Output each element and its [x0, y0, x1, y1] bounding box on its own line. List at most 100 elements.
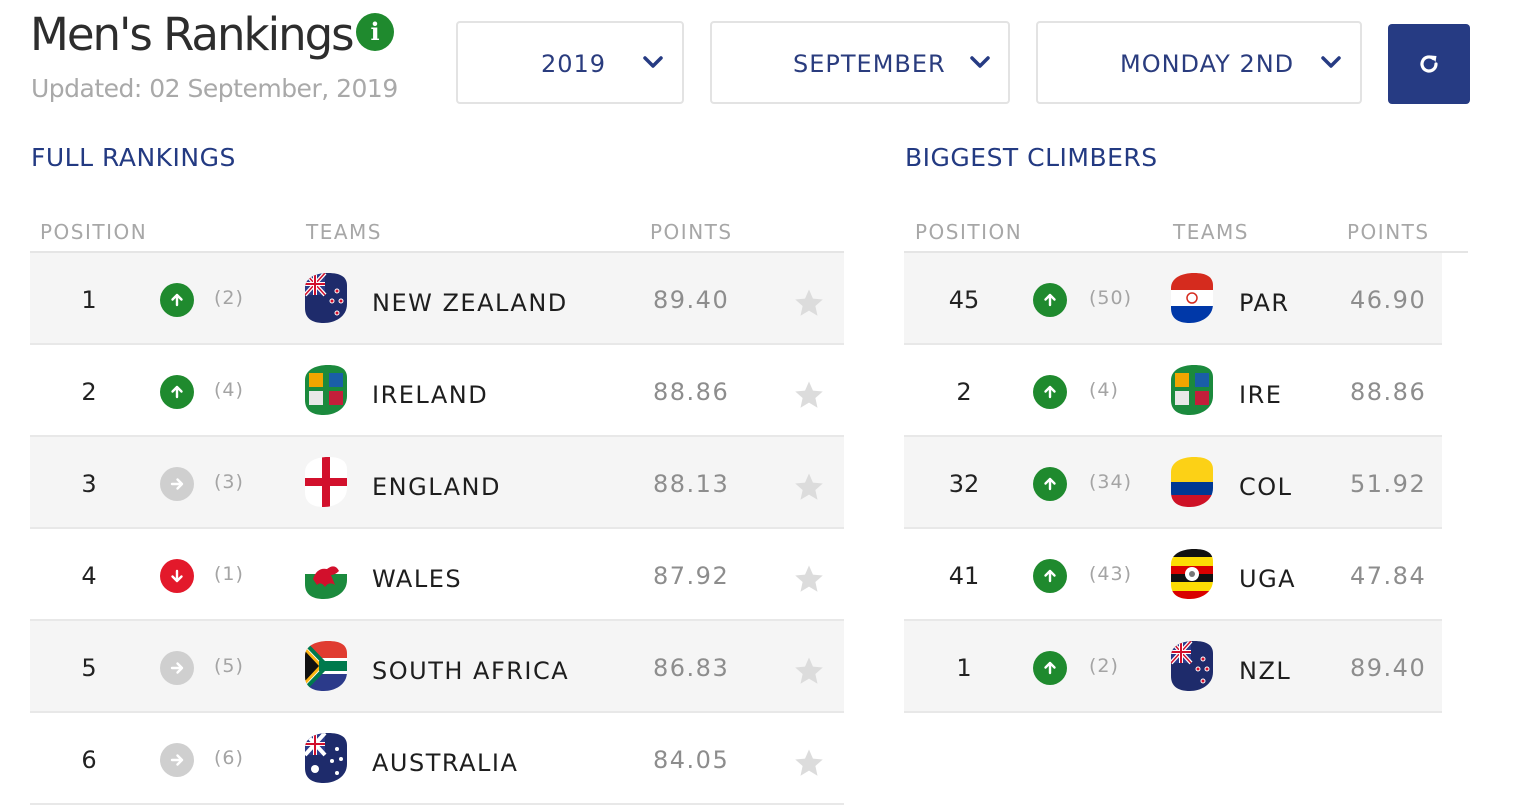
position-cell: 45	[948, 286, 980, 314]
team-name[interactable]: NZL	[1239, 657, 1291, 685]
full-col-teams: TEAMS	[306, 220, 382, 244]
previous-position: (2)	[214, 287, 244, 309]
points-cell: 84.05	[653, 746, 730, 774]
biggest-climbers-table: 45 (50) PAR 46.90 2 (4) IRE 88.86 32 (34) COL 51.92…	[904, 253, 1442, 713]
favourite-star-icon[interactable]	[792, 378, 826, 412]
previous-position: (34)	[1089, 471, 1133, 493]
arrow-right-icon	[160, 743, 194, 777]
position-cell: 1	[956, 654, 972, 682]
climb-col-teams: TEAMS	[1173, 220, 1249, 244]
full-col-points: POINTS	[650, 220, 733, 244]
points-cell: 88.13	[653, 470, 730, 498]
table-row[interactable]: 45 (50) PAR 46.90	[904, 253, 1442, 345]
arrow-up-icon	[1033, 375, 1067, 409]
month-select-value: SEPTEMBER	[793, 50, 946, 78]
arrow-up-icon	[160, 283, 194, 317]
favourite-star-icon[interactable]	[792, 286, 826, 320]
points-cell: 88.86	[653, 378, 730, 406]
flag-ire-icon	[1171, 365, 1213, 415]
previous-position: (2)	[1089, 655, 1119, 677]
table-row[interactable]: 1 (2) NEW ZEALAND 89.40	[30, 253, 844, 345]
climb-col-points: POINTS	[1347, 220, 1430, 244]
previous-position: (6)	[214, 747, 244, 769]
flag-ire-icon	[305, 365, 347, 415]
month-select[interactable]: SEPTEMBER	[710, 21, 1010, 104]
flag-eng-icon	[305, 457, 347, 507]
team-name[interactable]: AUSTRALIA	[372, 749, 518, 777]
table-row[interactable]: 1 (2) NZL 89.40	[904, 621, 1442, 713]
favourite-star-icon[interactable]	[792, 746, 826, 780]
table-row[interactable]: 4 (1) WALES 87.92	[30, 529, 844, 621]
full-rankings-title: FULL RANKINGS	[31, 143, 236, 172]
arrow-right-icon	[160, 651, 194, 685]
year-select[interactable]: 2019	[456, 21, 684, 104]
position-cell: 2	[956, 378, 972, 406]
chevron-down-icon	[1321, 56, 1341, 68]
team-name[interactable]: ENGLAND	[372, 473, 501, 501]
refresh-icon	[1420, 55, 1438, 73]
points-cell: 88.86	[1350, 378, 1427, 406]
team-name[interactable]: WALES	[372, 565, 462, 593]
page-title: Men's Rankings	[30, 8, 355, 61]
arrow-down-icon	[160, 559, 194, 593]
full-col-position: POSITION	[40, 220, 148, 244]
team-name[interactable]: SOUTH AFRICA	[372, 657, 569, 685]
flag-nzl-icon	[1171, 641, 1213, 691]
previous-position: (50)	[1089, 287, 1133, 309]
team-name[interactable]: UGA	[1239, 565, 1296, 593]
year-select-value: 2019	[541, 50, 607, 78]
points-cell: 47.84	[1350, 562, 1427, 590]
team-name[interactable]: IRE	[1239, 381, 1282, 409]
favourite-star-icon[interactable]	[792, 470, 826, 504]
arrow-up-icon	[1033, 467, 1067, 501]
arrow-up-icon	[1033, 559, 1067, 593]
position-cell: 1	[81, 286, 97, 314]
previous-position: (4)	[214, 379, 244, 401]
position-cell: 5	[81, 654, 97, 682]
previous-position: (5)	[214, 655, 244, 677]
team-name[interactable]: PAR	[1239, 289, 1290, 317]
day-select-value: MONDAY 2ND	[1120, 50, 1295, 78]
position-cell: 41	[948, 562, 980, 590]
flag-col-icon	[1171, 457, 1213, 507]
arrow-up-icon	[1033, 283, 1067, 317]
info-icon[interactable]: i	[356, 13, 394, 51]
points-cell: 89.40	[653, 286, 730, 314]
flag-uga-icon	[1171, 549, 1213, 599]
position-cell: 4	[81, 562, 97, 590]
previous-position: (4)	[1089, 379, 1119, 401]
position-cell: 2	[81, 378, 97, 406]
refresh-button[interactable]	[1388, 24, 1470, 104]
table-row[interactable]: 2 (4) IRELAND 88.86	[30, 345, 844, 437]
day-select[interactable]: MONDAY 2ND	[1036, 21, 1362, 104]
arrow-up-icon	[160, 375, 194, 409]
full-rankings-table: 1 (2) NEW ZEALAND 89.40 2 (4) IRELAND 88.86 3 (3)…	[30, 253, 844, 805]
previous-position: (1)	[214, 563, 244, 585]
previous-position: (43)	[1089, 563, 1133, 585]
favourite-star-icon[interactable]	[792, 562, 826, 596]
position-cell: 32	[948, 470, 980, 498]
table-row[interactable]: 32 (34) COL 51.92	[904, 437, 1442, 529]
points-cell: 89.40	[1350, 654, 1427, 682]
previous-position: (3)	[214, 471, 244, 493]
table-row[interactable]: 6 (6) AUSTRALIA 84.05	[30, 713, 844, 805]
table-row[interactable]: 3 (3) ENGLAND 88.13	[30, 437, 844, 529]
position-cell: 3	[81, 470, 97, 498]
position-cell: 6	[81, 746, 97, 774]
table-row[interactable]: 5 (5) SOUTH AFRICA 86.83	[30, 621, 844, 713]
chevron-down-icon	[970, 56, 990, 68]
table-row[interactable]: 41 (43) UGA 47.84	[904, 529, 1442, 621]
favourite-star-icon[interactable]	[792, 654, 826, 688]
team-name[interactable]: COL	[1239, 473, 1293, 501]
flag-wal-icon	[305, 549, 347, 599]
updated-date: Updated: 02 September, 2019	[31, 74, 398, 103]
biggest-climbers-title: BIGGEST CLIMBERS	[905, 143, 1158, 172]
flag-aus-icon	[305, 733, 347, 783]
flag-rsa-icon	[305, 641, 347, 691]
team-name[interactable]: NEW ZEALAND	[372, 289, 568, 317]
climb-col-position: POSITION	[915, 220, 1023, 244]
table-row[interactable]: 2 (4) IRE 88.86	[904, 345, 1442, 437]
arrow-right-icon	[160, 467, 194, 501]
team-name[interactable]: IRELAND	[372, 381, 488, 409]
arrow-up-icon	[1033, 651, 1067, 685]
